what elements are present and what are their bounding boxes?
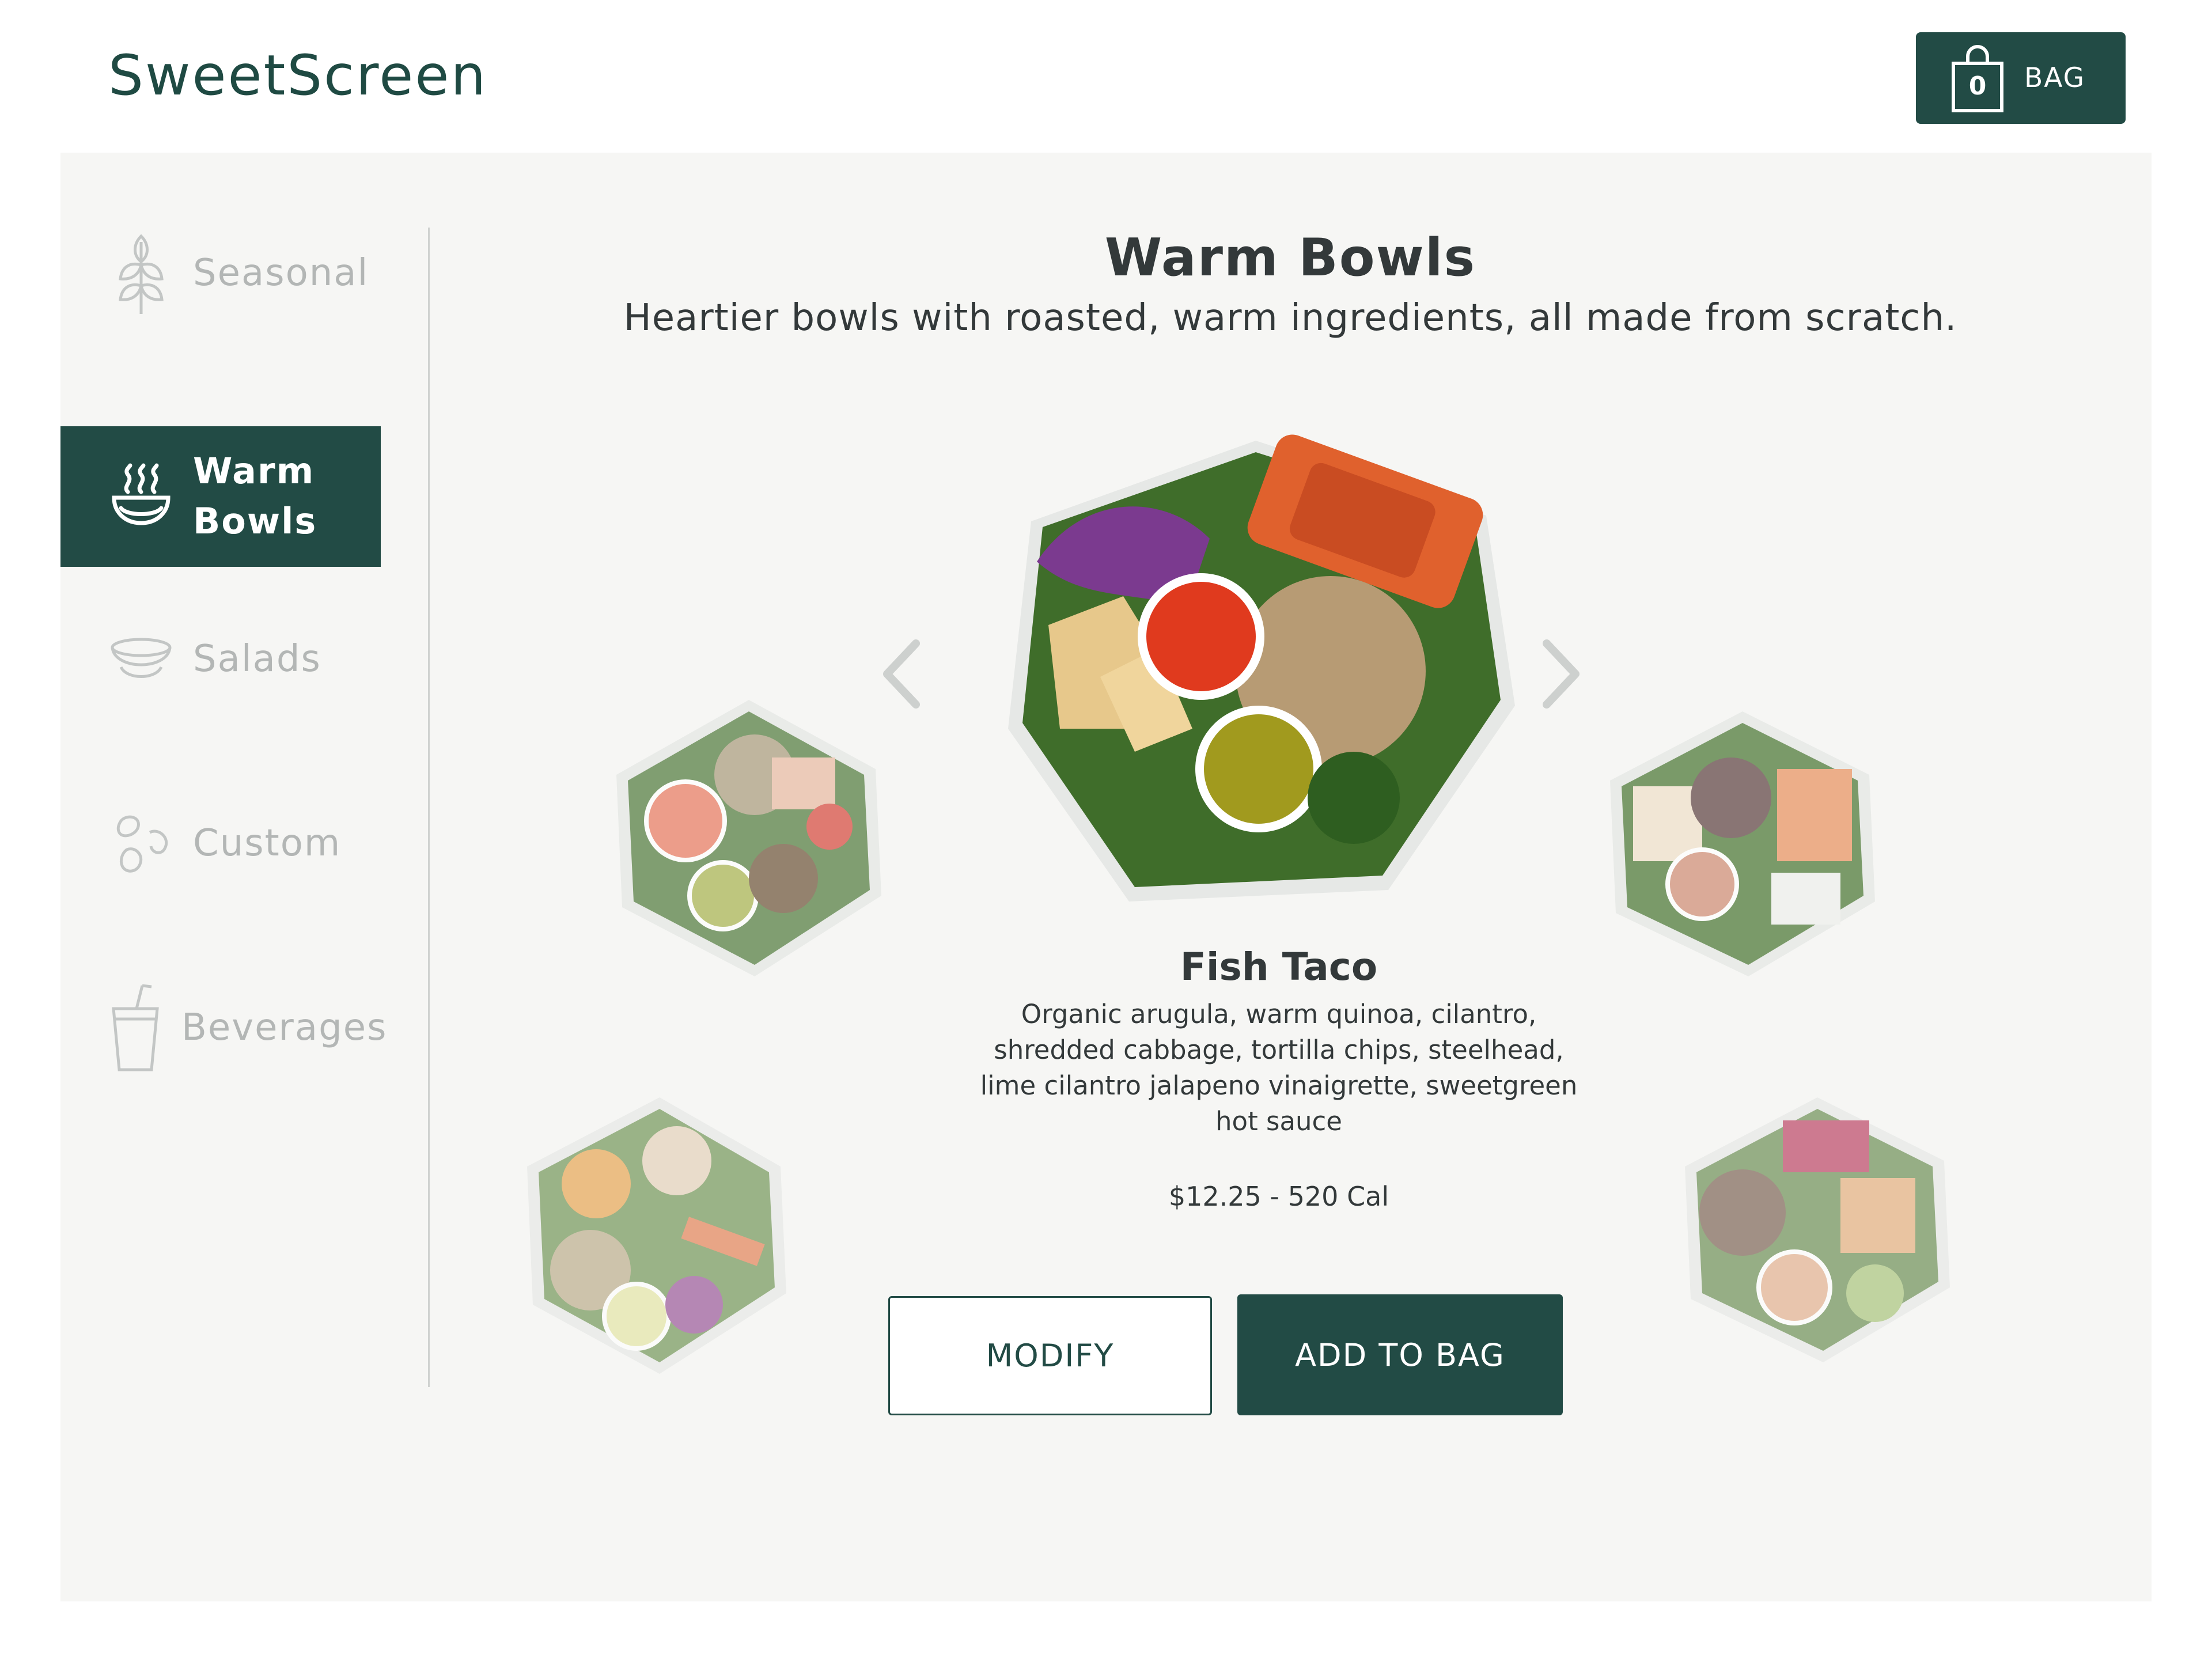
bag-label: BAG — [2024, 62, 2085, 94]
item-description: Organic arugula, warm quinoa, cilantro, … — [980, 999, 1578, 1137]
bowl-image-right-bottom[interactable] — [1668, 1086, 1967, 1374]
menu-stage: Seasonal Warm Bowls Salads Custom Bevera… — [60, 153, 2152, 1601]
sidebar-item-custom[interactable]: Custom — [60, 792, 381, 896]
salad-bowl-icon — [107, 613, 176, 706]
drink-cup-icon — [107, 982, 164, 1074]
app-root: SweetScreen 0 BAG Seasonal Warm Bowls Sa… — [0, 0, 2212, 1659]
sidebar-item-label: Beverages — [181, 1006, 388, 1050]
sidebar-item-label: Seasonal — [193, 252, 369, 295]
wheat-icon — [107, 228, 176, 320]
item-name: Fish Taco — [1180, 945, 1378, 989]
add-to-bag-button[interactable]: ADD TO BAG — [1237, 1294, 1563, 1415]
shopping-bag-icon: 0 — [1950, 44, 2005, 113]
sidebar-item-label: Custom — [193, 822, 342, 865]
steaming-bowl-icon — [107, 450, 176, 543]
bag-count: 0 — [1968, 71, 1987, 101]
sidebar-divider — [428, 228, 430, 1387]
app-logo[interactable]: SweetScreen — [108, 43, 487, 108]
carousel-next-arrow[interactable] — [1535, 637, 1587, 711]
sidebar-item-salads[interactable]: Salads — [60, 613, 381, 706]
page-title: Warm Bowls — [1104, 228, 1476, 288]
ingredients-icon — [107, 798, 176, 890]
bowl-image-left-top[interactable] — [599, 688, 899, 988]
carousel-prev-arrow[interactable] — [876, 637, 927, 711]
modify-button[interactable]: MODIFY — [888, 1296, 1212, 1415]
sidebar-item-label: Warm Bowls — [193, 450, 317, 542]
item-price-calories: $12.25 - 520 Cal — [1168, 1181, 1389, 1212]
sidebar-item-seasonal[interactable]: Seasonal — [60, 210, 381, 337]
featured-bowl-image[interactable] — [985, 429, 1538, 913]
bowl-image-left-bottom[interactable] — [510, 1086, 809, 1385]
bag-button[interactable]: 0 BAG — [1916, 32, 2126, 124]
sidebar-item-label: Salads — [193, 638, 321, 681]
sidebar-item-beverages[interactable]: Beverages — [60, 971, 386, 1086]
sidebar-item-warm-bowls[interactable]: Warm Bowls — [60, 426, 381, 567]
page-subtitle: Heartier bowls with roasted, warm ingred… — [623, 297, 1957, 339]
